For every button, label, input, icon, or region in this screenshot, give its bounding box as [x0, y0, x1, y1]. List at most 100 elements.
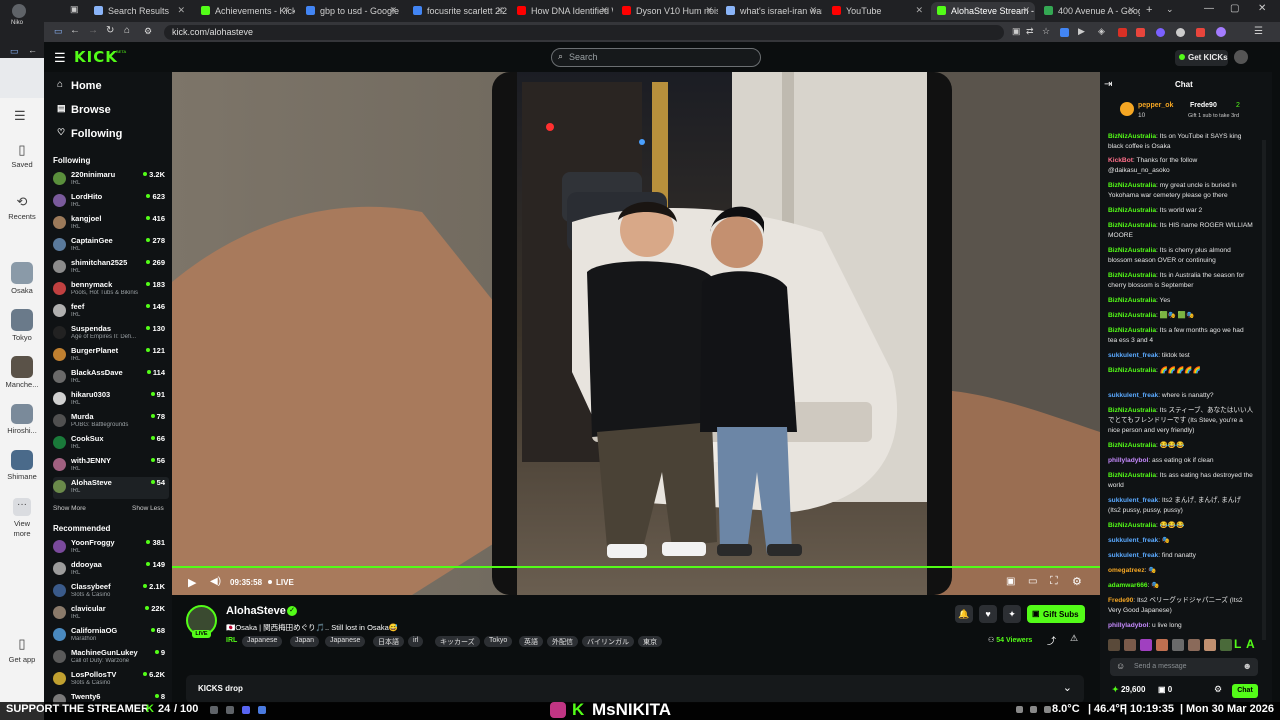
- chat-username[interactable]: BizNizAustralia: [1108, 367, 1156, 374]
- tab-dyson[interactable]: Dyson V10 Hum noise and s✕: [616, 2, 718, 20]
- chat-username[interactable]: phillyladybol: [1108, 622, 1148, 629]
- close-icon[interactable]: ✕: [496, 5, 504, 16]
- emote-icon[interactable]: [1220, 639, 1232, 651]
- chat-input[interactable]: ☺ Send a message ☻: [1110, 658, 1258, 676]
- chat-message[interactable]: BizNizAustralia: my great uncle is burie…: [1108, 181, 1254, 201]
- sidebar-channel[interactable]: Murda PUBG: Battlegrounds 78: [53, 411, 169, 433]
- chat-message[interactable]: sukkulent_freak: 🎭: [1108, 536, 1254, 546]
- sidebar-channel[interactable]: AlohaSteve IRL 54: [53, 477, 169, 499]
- close-icon[interactable]: ✕: [282, 5, 290, 16]
- chat-username[interactable]: adamwar666: [1108, 582, 1148, 589]
- place-manchester[interactable]: Manche...: [0, 356, 44, 389]
- chat-username[interactable]: BizNizAustralia: [1108, 182, 1156, 189]
- chat-username[interactable]: KickBot: [1108, 157, 1133, 164]
- sidebar-channel[interactable]: clavicular IRL 22K: [53, 603, 169, 625]
- site-info-icon[interactable]: ⚙: [144, 26, 152, 37]
- gift-icon[interactable]: ✦: [1003, 605, 1021, 623]
- tag-chip[interactable]: 東京: [638, 636, 662, 647]
- hamburger-menu-icon[interactable]: ☰: [54, 50, 66, 66]
- sidebar-channel[interactable]: withJENNY IRL 56: [53, 455, 169, 477]
- chat-username[interactable]: Frede90: [1108, 597, 1133, 604]
- chat-message[interactable]: BizNizAustralia: Its a few months ago we…: [1108, 326, 1254, 346]
- sidebar-channel[interactable]: YoonFroggy IRL 381: [53, 537, 169, 559]
- app-icon[interactable]: [242, 706, 250, 714]
- tab-israel-iran[interactable]: what's israel-iran war about✕: [720, 2, 822, 20]
- video-player[interactable]: [172, 72, 1100, 595]
- close-icon[interactable]: ✕: [1127, 5, 1135, 16]
- tab-gbp-to-usd[interactable]: gbp to usd - Google Search✕: [300, 2, 402, 20]
- chat-username[interactable]: BizNizAustralia: [1108, 272, 1156, 279]
- gift-subs-button[interactable]: ▣ Gift Subs: [1027, 605, 1085, 623]
- chat-message[interactable]: BizNizAustralia: Its on YouTube it SAYS …: [1108, 132, 1254, 152]
- view-more-item[interactable]: ··· View more: [0, 498, 44, 539]
- tab-google-maps[interactable]: 400 Avenue A - Google Maps✕: [1038, 2, 1140, 20]
- report-icon[interactable]: ⚠: [1070, 633, 1078, 644]
- close-icon[interactable]: ✕: [705, 5, 713, 16]
- tag-chip[interactable]: バイリンガル: [582, 636, 634, 647]
- sidebar-channel[interactable]: bennymack Pools, Hot Tubs & Bikinis 183: [53, 279, 169, 301]
- emote-l[interactable]: L: [1234, 637, 1241, 651]
- close-icon[interactable]: ✕: [915, 5, 923, 16]
- chat-message[interactable]: Frede90: Its2 ベリーグッドジャパニーズ (Its2 Very Go…: [1108, 596, 1254, 616]
- tab-achievements[interactable]: Achievements - Kick Da✕: [195, 2, 295, 20]
- chat-message[interactable]: adamwar666: 🎭: [1108, 581, 1254, 591]
- chat-username[interactable]: sukkulent_freak: [1108, 537, 1158, 544]
- get-kicks-button[interactable]: Get KICKs: [1175, 50, 1228, 66]
- leader2-name[interactable]: Frede90: [1190, 102, 1217, 109]
- chat-message[interactable]: BizNizAustralia: Its in Australia the se…: [1108, 271, 1254, 291]
- tab-dna-walker[interactable]: How DNA Identified Walker✕: [511, 2, 613, 20]
- close-icon[interactable]: ✕: [389, 5, 397, 16]
- close-icon[interactable]: ✕: [177, 5, 185, 16]
- tag-chip[interactable]: irl: [408, 636, 424, 647]
- chat-settings-icon[interactable]: ⚙: [1214, 684, 1222, 695]
- fullscreen-icon[interactable]: ⛶: [1050, 575, 1058, 588]
- chat-username[interactable]: BizNizAustralia: [1108, 312, 1156, 319]
- emote-a[interactable]: A: [1246, 637, 1255, 651]
- extension-icon[interactable]: [1118, 28, 1127, 37]
- show-more-button[interactable]: Show More: [53, 505, 86, 512]
- tab-focusrite[interactable]: focusrite scarlett 2i2 3rd gen✕: [407, 2, 509, 20]
- show-less-button[interactable]: Show Less: [132, 505, 164, 512]
- sidebar-channel[interactable]: BurgerPlanet IRL 121: [53, 345, 169, 367]
- chat-message[interactable]: BizNizAustralia: 🌈🌈🌈🌈🌈: [1108, 366, 1254, 376]
- back-arrow-icon[interactable]: ←: [28, 45, 37, 55]
- screenshot-icon[interactable]: ▣: [1012, 26, 1021, 37]
- new-tab-icon[interactable]: +: [1146, 4, 1152, 16]
- search-input[interactable]: ⌕ Search: [551, 48, 761, 67]
- chat-message[interactable]: BizNizAustralia: Yes: [1108, 296, 1254, 306]
- settings-gear-icon[interactable]: ⚙: [1072, 575, 1082, 588]
- place-shimane[interactable]: Shimane: [0, 450, 44, 481]
- streamer-name[interactable]: AlohaSteve: [226, 605, 286, 617]
- emote-icon[interactable]: [1156, 639, 1168, 651]
- emoji-picker-icon[interactable]: ☺: [1116, 661, 1125, 671]
- tag-chip[interactable]: キッカーズ: [435, 636, 480, 647]
- chat-username[interactable]: sukkulent_freak: [1108, 552, 1158, 559]
- chat-username[interactable]: BizNizAustralia: [1108, 407, 1156, 414]
- tray-icon[interactable]: [1016, 706, 1023, 713]
- chat-message[interactable]: sukkulent_freak: tiktok test: [1108, 351, 1254, 361]
- kicks-drop-panel[interactable]: KICKS drop ⌄: [186, 675, 1084, 703]
- reload-icon[interactable]: ↻: [106, 25, 114, 36]
- extension-icon[interactable]: [1156, 28, 1165, 37]
- browser-menu-icon[interactable]: ☰: [1254, 26, 1263, 37]
- tab-youtube[interactable]: YouTube ✕: [826, 2, 928, 20]
- emote-icon[interactable]: [1172, 639, 1184, 651]
- nav-following[interactable]: ♡ Following: [57, 127, 122, 140]
- chat-message[interactable]: KickBot: Thanks for the follow @daikasu_…: [1108, 156, 1254, 176]
- tab-actions-icon[interactable]: ▣: [70, 4, 79, 15]
- back-arrow-icon[interactable]: ←: [70, 25, 80, 36]
- chat-message[interactable]: BizNizAustralia: Its スティーブ、あなたはいい人でとてもフレ…: [1108, 406, 1254, 436]
- profile-avatar[interactable]: [1216, 27, 1226, 37]
- emote-icon[interactable]: [1188, 639, 1200, 651]
- nav-home[interactable]: ⌂ Home: [57, 79, 102, 92]
- chat-username[interactable]: BizNizAustralia: [1108, 222, 1156, 229]
- forward-arrow-icon[interactable]: →: [88, 25, 98, 36]
- sidebar-channel[interactable]: CookSux IRL 66: [53, 433, 169, 455]
- chat-message[interactable]: BizNizAustralia: 🟩🎭 🟩🎭: [1108, 311, 1254, 321]
- chat-username[interactable]: BizNizAustralia: [1108, 207, 1156, 214]
- nav-browse[interactable]: ▤ Browse: [57, 103, 111, 116]
- sidebar-channel[interactable]: 220ninimaru IRL 3.2K: [53, 169, 169, 191]
- chat-scrollbar[interactable]: [1262, 140, 1266, 640]
- tray-icon[interactable]: [1044, 706, 1051, 713]
- minimize-icon[interactable]: —: [1204, 3, 1214, 14]
